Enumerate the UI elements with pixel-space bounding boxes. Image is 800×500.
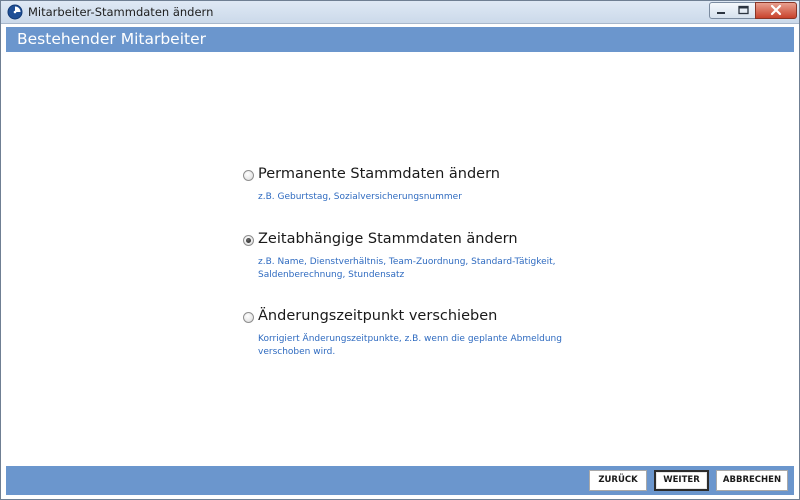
options-panel: Permanente Stammdaten ändern z.B. Geburt…	[6, 52, 794, 466]
next-button[interactable]: WEITER	[654, 470, 709, 491]
maximize-icon	[738, 5, 749, 15]
radio-permanent-data[interactable]	[243, 170, 254, 181]
button-bar: ZURÜCK WEITER ABBRECHEN	[6, 466, 794, 495]
option-description: Korrigiert Änderungszeitpunkte, z.B. wen…	[258, 334, 562, 357]
option-label[interactable]: Änderungszeitpunkt verschieben	[258, 308, 497, 324]
close-icon	[770, 4, 782, 16]
clock-app-icon	[7, 4, 23, 20]
title-bar[interactable]: Mitarbeiter-Stammdaten ändern	[1, 1, 799, 24]
wizard-window: Mitarbeiter-Stammdaten ändern Bestehende…	[0, 0, 800, 500]
radio-shift-change-date[interactable]	[243, 312, 254, 323]
option-description: z.B. Name, Dienstverhältnis, Team-Zuordn…	[258, 257, 556, 280]
radio-time-dependent-data[interactable]	[243, 235, 254, 246]
option-description: z.B. Geburtstag, Sozialversicherungsnumm…	[258, 192, 462, 202]
option-label[interactable]: Permanente Stammdaten ändern	[258, 166, 500, 182]
section-title: Bestehender Mitarbeiter	[17, 30, 207, 48]
close-button[interactable]	[755, 2, 797, 19]
option-label[interactable]: Zeitabhängige Stammdaten ändern	[258, 231, 518, 247]
cancel-button[interactable]: ABBRECHEN	[716, 470, 788, 491]
back-button[interactable]: ZURÜCK	[589, 470, 647, 491]
window-title: Mitarbeiter-Stammdaten ändern	[28, 5, 214, 19]
minimize-icon	[717, 12, 725, 14]
maximize-button[interactable]	[732, 2, 756, 19]
section-header: Bestehender Mitarbeiter	[6, 27, 794, 52]
minimize-button[interactable]	[709, 2, 733, 19]
